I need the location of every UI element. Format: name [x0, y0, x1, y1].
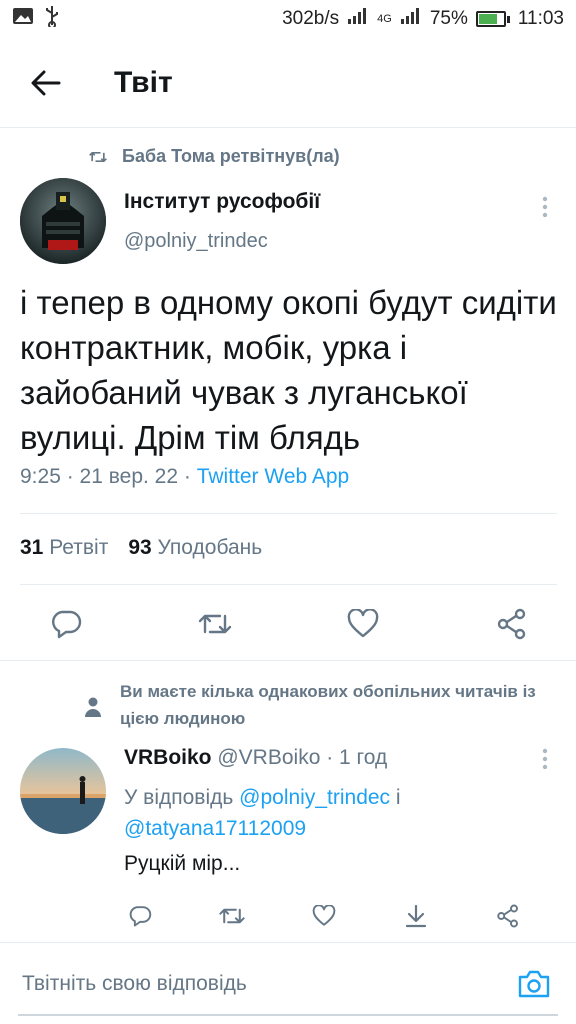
retweet-button[interactable] [189, 598, 241, 650]
heart-icon [312, 905, 336, 926]
reply-to-line: У відповідь @polniy_trindec і @tatyana17… [124, 782, 544, 844]
share-button[interactable] [486, 598, 538, 650]
retweets-label: Ретвіт [49, 536, 109, 559]
retweets-stat[interactable]: 31 Ретвіт [20, 536, 108, 560]
likes-stat[interactable]: 93 Уподобань [128, 536, 262, 560]
reply-button[interactable] [40, 598, 92, 650]
reply-text: Руцкій мір... [124, 852, 241, 875]
reply-tweet[interactable]: VRBoiko @VRBoiko · 1 год У відповідь @po… [20, 742, 560, 942]
retweet-button[interactable] [214, 898, 250, 934]
more-vertical-icon [542, 196, 548, 218]
share-icon [497, 608, 526, 640]
reply-actions [122, 898, 526, 934]
camera-button[interactable] [514, 964, 554, 1004]
gallery-icon [12, 7, 34, 31]
avatar[interactable] [20, 748, 106, 834]
tweet-stats: 31 Ретвіт 93 Уподобань [20, 536, 262, 560]
comment-icon [129, 906, 152, 927]
retweeted-by-label: Баба Тома ретвітнув(ла) [122, 146, 340, 166]
avatar[interactable] [20, 178, 106, 264]
like-button[interactable] [306, 898, 342, 934]
heart-icon [347, 609, 379, 638]
tweet-author: Інститут русофобії @polniy_trindec [20, 178, 560, 268]
back-button[interactable] [16, 53, 76, 113]
download-icon [405, 904, 427, 928]
input-underline [18, 1014, 558, 1016]
reply-author-handle: @VRBoiko · 1 год [217, 746, 388, 769]
like-button[interactable] [337, 598, 389, 650]
share-button[interactable] [490, 898, 526, 934]
reply-to-joiner: і [390, 786, 401, 809]
author-name[interactable]: Інститут русофобії [124, 190, 320, 214]
tweet-time: 9:25 · 21 вер. 22 · [20, 465, 197, 488]
usb-icon [44, 5, 60, 33]
reply-to-prefix: У відповідь [124, 786, 240, 809]
more-vertical-icon [542, 748, 548, 770]
retweeted-by[interactable]: Баба Тома ретвітнув(ла) [88, 146, 340, 167]
tweet-text: і тепер в одному окопі будут сидіти конт… [20, 284, 557, 456]
author-handle[interactable]: @polniy_trindec [124, 230, 268, 253]
battery-icon [475, 11, 510, 27]
retweet-icon [89, 151, 107, 162]
divider [20, 513, 557, 514]
share-icon [497, 904, 518, 928]
status-bar: 302b/s 4G 75% 11:03 [0, 0, 576, 38]
mention-link[interactable]: @polniy_trindec [239, 786, 390, 809]
section-divider [0, 660, 576, 661]
arrow-left-icon [31, 70, 61, 95]
retweet-icon [219, 908, 245, 924]
top-app-bar: Твіт [0, 38, 576, 128]
divider [20, 584, 557, 585]
page-title: Твіт [114, 65, 173, 99]
battery-percent: 75% [429, 8, 468, 29]
reply-author-line: VRBoiko @VRBoiko · 1 год [124, 746, 387, 770]
network-speed: 302b/s [282, 8, 340, 29]
clock: 11:03 [517, 8, 564, 29]
mutual-followers-notice: Ви маєте кілька однакових обопільних чит… [84, 678, 554, 732]
reply-author-name[interactable]: VRBoiko [124, 746, 212, 769]
likes-count: 93 [128, 536, 152, 559]
download-button[interactable] [398, 898, 434, 934]
reply-input[interactable] [22, 971, 514, 996]
retweet-icon [198, 614, 231, 634]
person-icon [85, 697, 101, 717]
camera-icon [518, 970, 550, 997]
reply-button[interactable] [122, 898, 158, 934]
tweet-app-link[interactable]: Twitter Web App [197, 465, 350, 488]
more-options-button[interactable] [530, 192, 560, 222]
tweet-meta: 9:25 · 21 вер. 22 · Twitter Web App [20, 465, 349, 489]
signal-icon [347, 7, 369, 31]
comment-icon [52, 610, 82, 639]
reply-composer [0, 942, 576, 1024]
retweets-count: 31 [20, 536, 44, 559]
signal-icon-2 [400, 7, 422, 31]
likes-label: Уподобань [157, 536, 263, 559]
mutual-notice-text: Ви маєте кілька однакових обопільних чит… [120, 682, 536, 728]
reply-more-options-button[interactable] [530, 744, 560, 774]
mention-link[interactable]: @tatyana17112009 [124, 817, 306, 840]
network-type: 4G [377, 13, 392, 25]
tweet-actions [40, 598, 538, 650]
